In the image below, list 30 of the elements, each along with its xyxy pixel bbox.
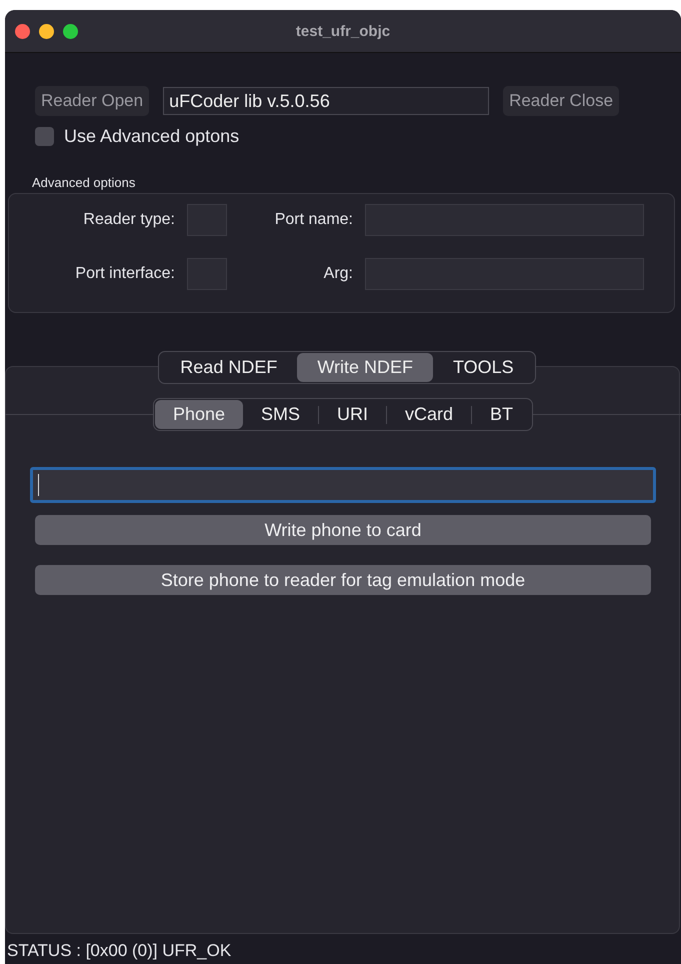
close-button[interactable]	[15, 24, 30, 38]
tab[interactable]: SMS	[243, 400, 318, 429]
lib-version-field[interactable]: uFCoder lib v.5.0.56	[163, 87, 490, 115]
tab[interactable]: vCard	[387, 400, 472, 429]
tab[interactable]: Write NDEF	[297, 353, 433, 382]
reader-open-button[interactable]: Reader Open	[35, 86, 150, 116]
input-field[interactable]	[365, 258, 644, 290]
checkbox-label: Use Advanced optons	[64, 126, 240, 147]
window-title: test_ufr_objc	[296, 22, 390, 40]
tab[interactable]: Phone	[154, 400, 244, 429]
tab[interactable]: BT	[472, 400, 532, 429]
action-button[interactable]: Store phone to reader for tag emulation mode	[35, 565, 651, 595]
action-button[interactable]: Write phone to card	[35, 515, 651, 545]
input-field[interactable]	[187, 258, 227, 290]
input-field[interactable]	[365, 204, 644, 236]
field-label: Reader type:	[82, 211, 176, 229]
advanced-checkbox[interactable]	[35, 127, 54, 146]
input-field[interactable]	[187, 204, 227, 236]
status-text: STATUS : [0x00 (0)] UFR_OK	[7, 940, 232, 962]
field-label: Arg:	[322, 265, 354, 283]
phone-input-field[interactable]	[30, 467, 656, 503]
field-label: Port interface:	[74, 265, 176, 283]
group-title: Advanced options	[32, 175, 136, 190]
field-label: Port name:	[274, 211, 354, 229]
tab[interactable]: URI	[319, 400, 386, 429]
tab[interactable]: TOOLS	[433, 353, 534, 382]
zoom-button[interactable]	[63, 24, 78, 38]
minimize-button[interactable]	[39, 24, 54, 38]
reader-close-button[interactable]: Reader Close	[503, 86, 620, 116]
tab[interactable]: Read NDEF	[160, 353, 298, 382]
